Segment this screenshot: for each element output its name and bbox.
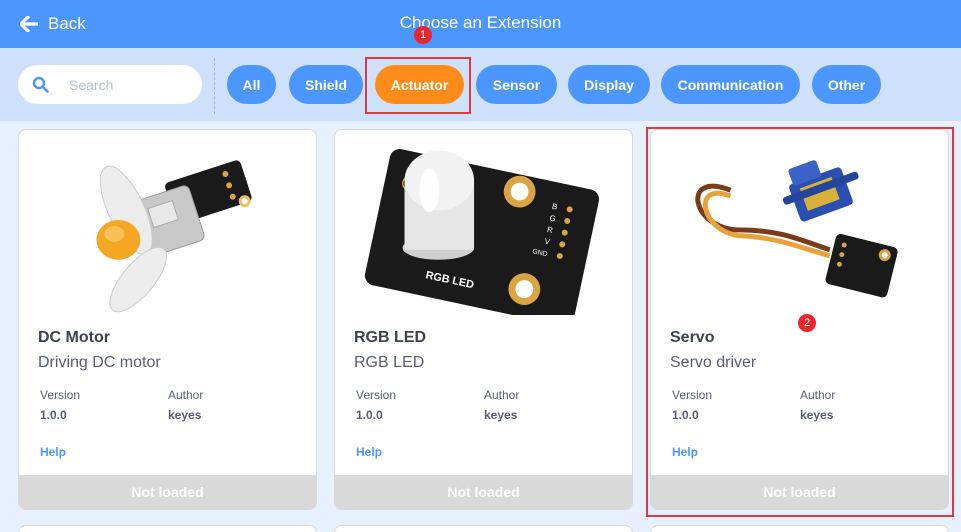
author-value: keyes <box>484 408 518 422</box>
author-label: Author <box>800 388 836 402</box>
load-status-button[interactable]: Not loaded <box>335 475 632 509</box>
servo-image <box>695 160 898 298</box>
page-title: Choose an Extension <box>399 13 562 32</box>
author-value: keyes <box>800 408 834 422</box>
category-actuator-button[interactable]: Actuator <box>375 65 464 104</box>
extension-card-peek[interactable] <box>650 525 949 532</box>
filter-divider <box>214 58 215 114</box>
extension-name: RGB LED <box>354 329 426 346</box>
extension-grid: DC Motor Driving DC motor Version Author… <box>0 121 961 532</box>
extension-description: RGB LED <box>354 354 425 371</box>
annotation-badge-1: 1 <box>414 26 432 44</box>
filter-bar: All Shield Actuator Sensor Display Commu… <box>0 48 961 121</box>
dc-motor-image <box>96 160 252 313</box>
annotation-badge-2: 2 <box>798 314 816 332</box>
category-sensor-button[interactable]: Sensor <box>476 65 557 104</box>
extension-name: Servo <box>670 329 715 346</box>
author-label: Author <box>168 388 204 402</box>
category-shield-button[interactable]: Shield <box>289 65 363 104</box>
load-status-button[interactable]: Not loaded <box>19 475 316 509</box>
help-link[interactable]: Help <box>40 445 66 459</box>
search-input[interactable] <box>69 76 189 93</box>
extension-description: Driving DC motor <box>38 354 161 371</box>
extension-card-rgb-led[interactable]: B G R V GND RGB LED RGB LED RGB LED Vers… <box>334 129 633 510</box>
category-display-button[interactable]: Display <box>568 65 650 104</box>
extension-card-dc-motor[interactable]: DC Motor Driving DC motor Version Author… <box>18 129 317 510</box>
category-other-button[interactable]: Other <box>812 65 881 104</box>
author-value: keyes <box>168 408 202 422</box>
version-value: 1.0.0 <box>672 408 699 422</box>
help-link[interactable]: Help <box>356 445 382 459</box>
version-label: Version <box>356 388 397 402</box>
version-value: 1.0.0 <box>40 408 67 422</box>
search-box[interactable] <box>18 65 202 104</box>
load-status-button[interactable]: Not loaded <box>651 475 948 509</box>
extension-description: Servo driver <box>670 354 757 371</box>
extension-card-peek[interactable] <box>334 525 633 532</box>
rgb-led-image: B G R V GND RGB LED <box>364 149 600 315</box>
search-icon <box>32 76 49 93</box>
help-link[interactable]: Help <box>672 445 698 459</box>
category-all-button[interactable]: All <box>227 65 276 104</box>
category-communication-button[interactable]: Communication <box>661 65 800 104</box>
extension-card-peek[interactable] <box>18 525 317 532</box>
extension-name: DC Motor <box>38 329 110 346</box>
version-label: Version <box>672 388 713 402</box>
author-label: Author <box>484 388 520 402</box>
header-bar: Back Choose an Extension <box>0 0 961 48</box>
version-label: Version <box>40 388 81 402</box>
version-value: 1.0.0 <box>356 408 383 422</box>
